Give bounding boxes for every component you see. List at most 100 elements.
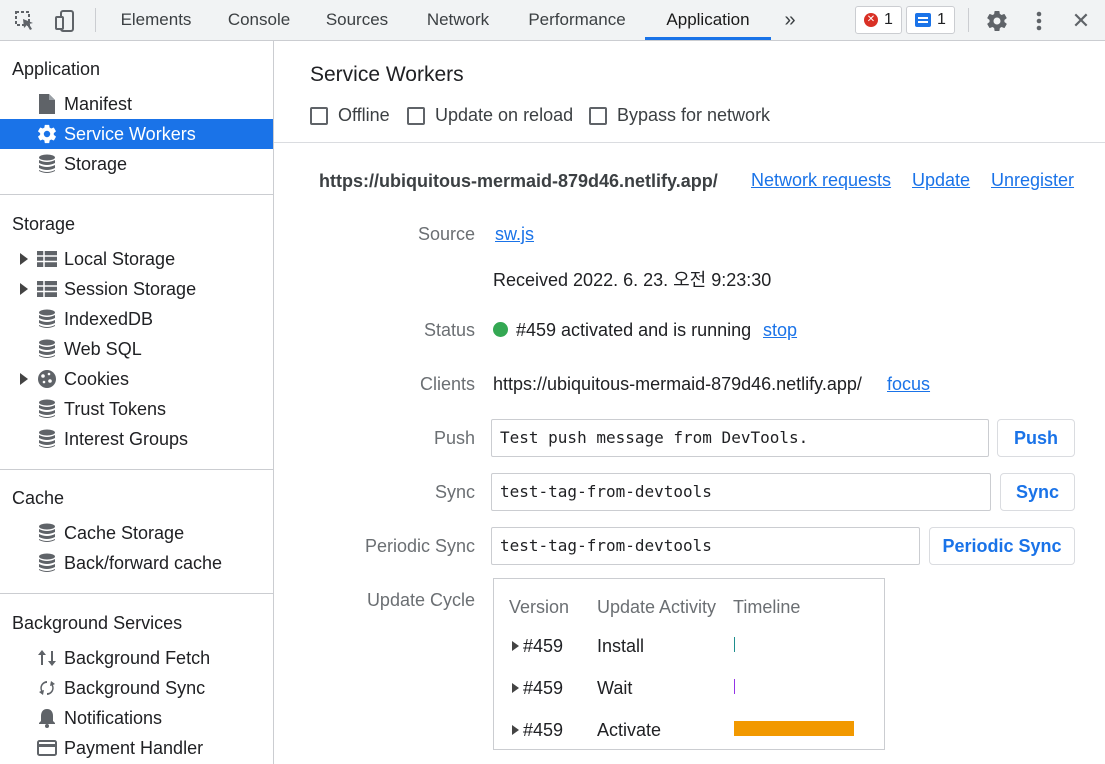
- wait-timeline-bar: [734, 679, 735, 694]
- sidebar-item-cache-storage[interactable]: Cache Storage: [0, 518, 273, 548]
- sidebar-item-session-storage[interactable]: Session Storage: [0, 274, 273, 304]
- table-row-activity: Wait: [597, 678, 633, 698]
- table-row-version[interactable]: #459: [512, 678, 563, 699]
- periodic-sync-label: Periodic Sync: [364, 536, 475, 556]
- push-button[interactable]: Push: [997, 419, 1075, 457]
- section-divider: [274, 142, 1105, 143]
- periodic-sync-tag-input[interactable]: test-tag-from-devtools: [491, 527, 920, 565]
- sync-tag-input[interactable]: test-tag-from-devtools: [491, 473, 991, 511]
- sidebar-divider: [0, 469, 273, 470]
- message-icon: [915, 13, 931, 27]
- sidebar-item-label: Manifest: [64, 93, 133, 114]
- sidebar-item-label: Notifications: [64, 707, 163, 728]
- tab-console[interactable]: Console: [210, 0, 308, 40]
- tab-application[interactable]: Application: [645, 0, 771, 40]
- device-toolbar-icon[interactable]: [52, 8, 78, 34]
- sidebar-item-background-sync[interactable]: Background Sync: [0, 673, 273, 703]
- sync-button[interactable]: Sync: [1000, 473, 1075, 511]
- sidebar-section-title: Background Services: [12, 613, 183, 633]
- sidebar-item-label: Web SQL: [64, 338, 142, 359]
- install-timeline-bar: [734, 637, 735, 652]
- bypass-for-network-checkbox[interactable]: Bypass for network: [589, 105, 770, 126]
- table-row-version[interactable]: #459: [512, 636, 563, 657]
- page-title: Service Workers: [310, 63, 464, 86]
- devtools-toolbar: Elements Console Sources Network Perform…: [0, 0, 1105, 41]
- sidebar-item-web-sql[interactable]: Web SQL: [0, 334, 273, 364]
- checkbox-box[interactable]: [310, 106, 328, 125]
- update-on-reload-checkbox[interactable]: Update on reload: [407, 105, 573, 126]
- sidebar-item-background-fetch[interactable]: Background Fetch: [0, 643, 273, 673]
- stop-link[interactable]: stop: [763, 320, 797, 341]
- sidebar-item-cookies[interactable]: Cookies: [0, 364, 273, 394]
- sidebar-item-service-workers[interactable]: Service Workers: [0, 119, 273, 149]
- offline-checkbox[interactable]: Offline: [310, 105, 390, 126]
- received-timestamp: Received 2022. 6. 23. 오전 9:23:30: [493, 270, 772, 290]
- sidebar-divider: [0, 194, 273, 195]
- cookie-icon: [36, 368, 58, 390]
- close-icon[interactable]: ✕: [1068, 8, 1094, 34]
- expand-arrow-icon[interactable]: [512, 641, 519, 651]
- sidebar-item-label: Background Fetch: [64, 647, 211, 668]
- message-counter[interactable]: 1: [906, 6, 955, 34]
- database-icon: [36, 398, 58, 420]
- update-activity-header: Update Activity: [597, 597, 717, 617]
- more-tabs-button[interactable]: »: [776, 0, 804, 40]
- sidebar-item-storage[interactable]: Storage: [0, 149, 273, 179]
- bell-icon: [36, 707, 58, 729]
- sidebar-item-label: Storage: [64, 153, 128, 174]
- database-icon: [36, 153, 58, 175]
- sidebar-divider: [0, 593, 273, 594]
- expand-arrow-icon[interactable]: [20, 253, 28, 265]
- expand-arrow-icon[interactable]: [20, 373, 28, 385]
- checkbox-box[interactable]: [407, 106, 425, 125]
- unregister-link[interactable]: Unregister: [991, 170, 1074, 191]
- tab-network[interactable]: Network: [408, 0, 508, 40]
- checkbox-box[interactable]: [589, 106, 607, 125]
- source-label: Source: [417, 224, 475, 244]
- tab-elements[interactable]: Elements: [106, 0, 206, 40]
- worker-origin: https://ubiquitous-mermaid-879d46.netlif…: [319, 171, 718, 191]
- sidebar-item-payment-handler[interactable]: Payment Handler: [0, 733, 273, 763]
- expand-arrow-icon[interactable]: [512, 683, 519, 693]
- sidebar-item-manifest[interactable]: Manifest: [0, 89, 273, 119]
- table-row-version[interactable]: #459: [512, 720, 563, 741]
- expand-arrow-icon[interactable]: [20, 283, 28, 295]
- sidebar-item-notifications[interactable]: Notifications: [0, 703, 273, 733]
- gear-icon: [36, 123, 58, 145]
- error-counter[interactable]: ✕ 1: [855, 6, 902, 34]
- sidebar-item-label: Service Workers: [64, 123, 196, 144]
- table-row-activity: Install: [597, 636, 645, 656]
- database-icon: [36, 522, 58, 544]
- update-link[interactable]: Update: [912, 170, 970, 191]
- sidebar-item-label: Trust Tokens: [64, 398, 167, 419]
- sidebar-item-label: Local Storage: [64, 248, 176, 269]
- checkbox-label: Offline: [338, 105, 390, 125]
- database-icon: [36, 338, 58, 360]
- focus-link[interactable]: focus: [887, 374, 930, 395]
- sidebar-item-label: Session Storage: [64, 278, 197, 299]
- more-options-icon[interactable]: [1026, 8, 1052, 34]
- network-requests-link[interactable]: Network requests: [751, 170, 891, 191]
- periodic-sync-button[interactable]: Periodic Sync: [929, 527, 1075, 565]
- sidebar-item-label: IndexedDB: [64, 308, 154, 329]
- push-message-input[interactable]: Test push message from DevTools.: [491, 419, 989, 457]
- expand-arrow-icon[interactable]: [512, 725, 519, 735]
- sidebar-item-interest-groups[interactable]: Interest Groups: [0, 424, 273, 454]
- sidebar-item-label: Back/forward cache: [64, 552, 223, 573]
- clients-label: Clients: [419, 374, 475, 394]
- sidebar-item-back-forward-cache[interactable]: Back/forward cache: [0, 548, 273, 578]
- activate-timeline-bar: [734, 721, 854, 736]
- sidebar-item-trust-tokens[interactable]: Trust Tokens: [0, 394, 273, 424]
- inspect-element-icon[interactable]: [12, 8, 38, 34]
- tab-sources[interactable]: Sources: [312, 0, 402, 40]
- status-running-icon: [493, 322, 508, 337]
- timeline-header: Timeline: [733, 597, 801, 617]
- sidebar-item-label: Cookies: [64, 368, 130, 389]
- settings-gear-icon[interactable]: [984, 8, 1010, 34]
- source-file-link[interactable]: sw.js: [495, 224, 534, 245]
- tab-performance[interactable]: Performance: [512, 0, 642, 40]
- sidebar-item-local-storage[interactable]: Local Storage: [0, 244, 273, 274]
- database-icon: [36, 552, 58, 574]
- sidebar-item-indexeddb[interactable]: IndexedDB: [0, 304, 273, 334]
- table-row-activity: Activate: [597, 720, 662, 740]
